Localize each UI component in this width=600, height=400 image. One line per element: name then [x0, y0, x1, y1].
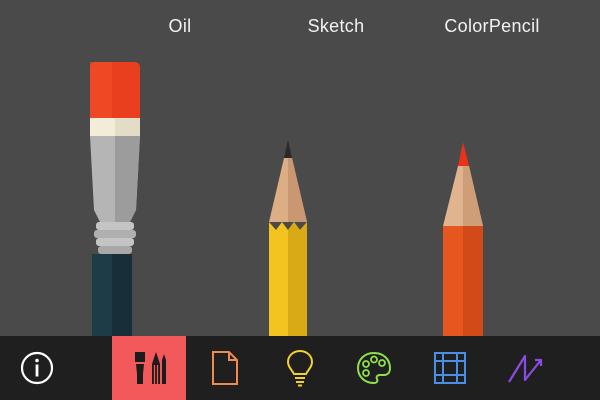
palette-button[interactable]	[337, 336, 411, 400]
info-button[interactable]	[0, 336, 74, 400]
brushes-tab-button[interactable]	[112, 336, 186, 400]
palette-icon	[356, 351, 392, 385]
grid-icon	[434, 352, 466, 384]
color-pencil[interactable]	[383, 0, 543, 336]
sketch-pencil[interactable]	[208, 0, 368, 336]
brush-canvas: Oil Sketch ColorPencil	[0, 0, 600, 336]
stroke-button[interactable]	[488, 336, 562, 400]
document-button[interactable]	[188, 336, 262, 400]
info-icon	[20, 351, 54, 385]
brushes-icon	[135, 352, 166, 384]
zigzag-icon	[508, 354, 543, 383]
document-icon	[212, 351, 238, 385]
grid-button[interactable]	[413, 336, 487, 400]
ideas-button[interactable]	[263, 336, 337, 400]
bottom-toolbar	[0, 336, 600, 400]
oil-brush[interactable]	[32, 0, 192, 336]
lightbulb-icon	[286, 349, 314, 387]
